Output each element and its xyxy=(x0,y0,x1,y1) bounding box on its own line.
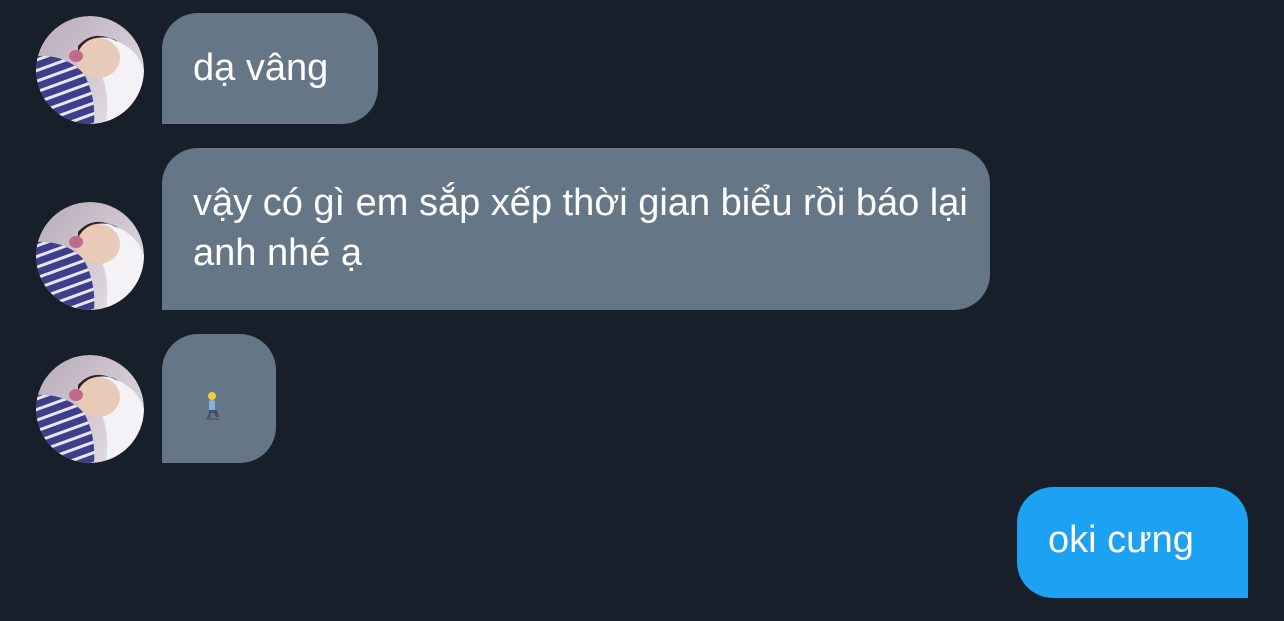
incoming-message-bubble[interactable]: vậy có gì em sắp xếp thời gian biểu rồi … xyxy=(162,148,990,310)
incoming-message-bubble[interactable]: dạ vâng xyxy=(162,13,378,124)
sender-avatar[interactable] xyxy=(36,355,144,463)
user-avatar-icon xyxy=(36,355,144,463)
sender-avatar[interactable] xyxy=(36,202,144,310)
user-avatar-icon xyxy=(36,202,144,310)
user-avatar-icon xyxy=(36,16,144,124)
incoming-emoji-message-bubble[interactable] xyxy=(162,334,276,463)
message-text: vậy có gì em sắp xếp thời gian biểu rồi … xyxy=(193,182,968,274)
outgoing-message-bubble[interactable]: oki cưng xyxy=(1017,487,1248,598)
sender-avatar[interactable] xyxy=(36,16,144,124)
message-text: oki cưng xyxy=(1048,519,1194,561)
message-text: dạ vâng xyxy=(193,47,329,89)
person-kneeling-emoji-icon xyxy=(206,392,220,420)
